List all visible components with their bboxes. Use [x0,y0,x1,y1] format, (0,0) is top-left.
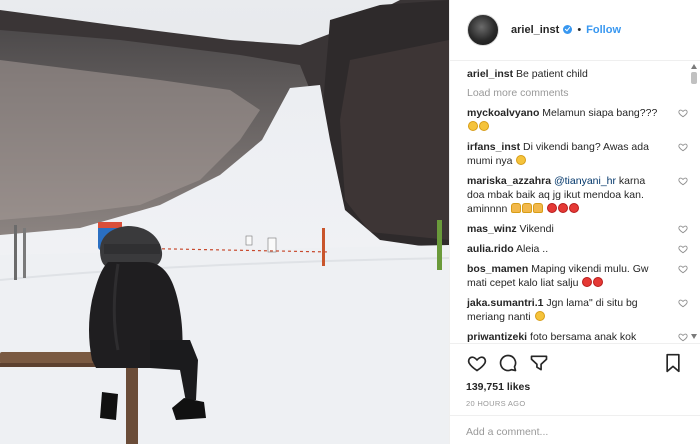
comment-like-heart-icon[interactable] [678,332,688,342]
comment-like-heart-icon[interactable] [678,176,688,186]
comment-like-heart-icon[interactable] [678,108,688,118]
bookmark-icon [666,353,680,373]
comment-username[interactable]: bos_mamen [467,263,528,275]
comment-item: priwantizeki foto bersama anak kok perna… [467,330,688,342]
post-sidebar: ariel_inst • Follow ariel_inst Be patien… [449,0,700,444]
scroll-down-arrow-icon[interactable] [691,334,697,339]
comment-icon [499,354,517,372]
header-username-text[interactable]: ariel_inst [511,24,559,36]
comment-like-heart-icon[interactable] [678,244,688,254]
pray-emoji [511,203,522,213]
comment-item: aulia.rido Aleia .. [467,242,688,256]
avatar[interactable] [467,14,499,46]
post-photo[interactable] [0,0,449,444]
post-header: ariel_inst • Follow [450,0,700,61]
comments-scrollbar[interactable] [690,61,698,342]
add-comment-bar [450,415,700,445]
action-icons-row [466,350,684,376]
angry-face-emoji [582,277,593,287]
laughing-face-emoji [534,311,545,321]
instagram-post: ariel_inst • Follow ariel_inst Be patien… [0,0,700,444]
like-button[interactable] [466,352,488,374]
red-heart-emoji [547,203,558,213]
angry-face-emoji [593,277,604,287]
follow-button[interactable]: Follow [586,24,621,36]
comment-username[interactable]: aulia.rido [467,243,514,255]
comment-item: jaka.sumantri.1 Jgn lama" di situ bg mer… [467,296,688,324]
comment-username[interactable]: myckoalvyano [467,107,539,119]
laughing-face-emoji [516,155,527,165]
scroll-thumb[interactable] [691,72,697,84]
scroll-up-arrow-icon[interactable] [691,64,697,69]
share-icon [530,355,548,371]
likes-count[interactable]: 139,751 likes [466,381,684,393]
comment-username[interactable]: jaka.sumantri.1 [467,297,543,309]
comment-text: Vikendi [519,223,554,235]
comment-button[interactable] [497,352,519,374]
red-heart-emoji [558,203,569,213]
verified-badge-icon [563,25,573,34]
post-actions: 139,751 likes 20 HOURS AGO [450,343,700,408]
laughing-face-emoji [468,121,478,131]
pray-emoji [522,203,533,213]
comment-username[interactable]: irfans_inst [467,141,520,153]
laughing-face-emoji [479,121,489,131]
comment-item: irfans_inst Di vikendi bang? Awas ada mu… [467,140,688,168]
load-more-comments-button[interactable]: Load more comments [467,87,674,99]
comment-username[interactable]: mariska_azzahra [467,175,551,187]
post-timestamp[interactable]: 20 HOURS AGO [466,399,684,408]
save-button[interactable] [662,352,684,374]
comment-like-heart-icon[interactable] [678,224,688,234]
comment-username[interactable]: mas_winz [467,223,517,235]
add-comment-input[interactable] [466,425,684,438]
comment-item: bos_mamen Maping vikendi mulu. Gw mati c… [467,262,688,290]
red-heart-emoji [569,203,580,213]
ski-slope-photo [0,0,449,444]
comment-mention[interactable]: @tianyani_hr [554,175,616,187]
comment-username[interactable]: priwantizeki [467,331,527,342]
comment-item: myckoalvyano Melamun siapa bang??? [467,106,688,134]
comment-text: Aleia .. [516,243,549,255]
caption-username[interactable]: ariel_inst [467,68,513,80]
comment-like-heart-icon[interactable] [678,264,688,274]
header-separator: • [577,24,582,36]
comment-like-heart-icon[interactable] [678,142,688,152]
share-button[interactable] [528,352,550,374]
comment-text: Melamun siapa bang??? [542,107,658,119]
caption-text: Be patient child [516,68,588,80]
heart-icon [467,356,487,372]
post-caption: ariel_inst Be patient child [467,67,674,82]
pray-emoji [533,203,544,213]
comments-list: ariel_inst Be patient child Load more co… [450,61,700,342]
header-username[interactable]: ariel_inst [511,24,573,36]
comment-like-heart-icon[interactable] [678,298,688,308]
comment-item: mas_winz Vikendi [467,222,688,236]
comment-item: mariska_azzahra @tianyani_hr karna doa m… [467,174,688,216]
